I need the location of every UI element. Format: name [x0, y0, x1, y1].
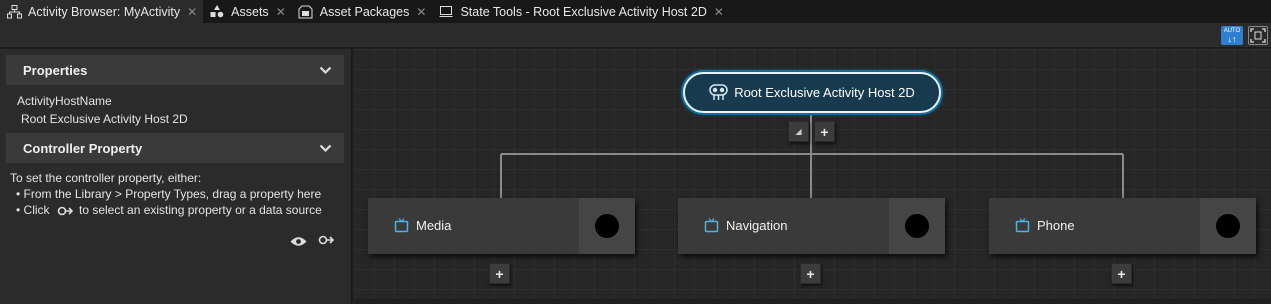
fit-to-view-button[interactable]: [1248, 26, 1268, 45]
activity-icon: [704, 218, 719, 238]
controller-bullet-drag: • From the Library > Property Types, dra…: [16, 187, 322, 201]
tab-activity-browser[interactable]: Activity Browser: MyActivity ✕: [0, 0, 204, 23]
properties-header[interactable]: Properties: [6, 55, 344, 85]
chevron-down-icon[interactable]: [319, 63, 332, 78]
fit-view-icon: [1250, 28, 1266, 43]
property-label: ActivityHostName: [17, 94, 112, 108]
inactive-dot: [1216, 214, 1240, 238]
auto-layout-button[interactable]: AUTO ↓↑: [1221, 26, 1243, 45]
controller-property-header[interactable]: Controller Property: [6, 133, 344, 163]
root-exclusive-activity-host-node[interactable]: Root Exclusive Activity Host 2D: [683, 72, 941, 113]
chevron-down-icon[interactable]: [319, 141, 332, 156]
activity-node-media[interactable]: Media: [368, 198, 635, 254]
section-title: Controller Property: [23, 140, 143, 156]
node-state-indicator[interactable]: [1200, 198, 1256, 254]
graph-toolbar: AUTO ↓↑: [0, 23, 1271, 48]
property-value[interactable]: Root Exclusive Activity Host 2D: [21, 112, 188, 126]
node-state-indicator[interactable]: [889, 198, 945, 254]
tab-bar: Activity Browser: MyActivity ✕ Assets ✕ …: [0, 0, 1271, 23]
exclusive-activity-host-icon: [709, 84, 728, 101]
tab-state-tools[interactable]: State Tools - Root Exclusive Activity Ho…: [432, 0, 729, 23]
inactive-dot: [595, 214, 619, 238]
node-label: Phone: [1037, 218, 1075, 233]
add-child-button[interactable]: +: [1111, 263, 1132, 284]
tab-assets[interactable]: Assets ✕: [203, 0, 292, 23]
close-icon[interactable]: ✕: [416, 5, 426, 19]
node-state-indicator[interactable]: [579, 198, 635, 254]
close-icon[interactable]: ✕: [187, 5, 197, 19]
controller-bullet-click-post: to select an existing property or a data…: [79, 203, 322, 217]
activity-browser-icon: [6, 4, 22, 19]
section-title: Properties: [23, 62, 88, 78]
node-label: Root Exclusive Activity Host 2D: [734, 85, 915, 100]
add-child-button[interactable]: +: [489, 263, 510, 284]
select-property-icon[interactable]: [318, 233, 335, 251]
node-label: Media: [416, 218, 452, 233]
collapse-button[interactable]: ◢: [788, 121, 809, 142]
eye-icon[interactable]: [290, 234, 307, 252]
activity-icon: [1015, 218, 1030, 238]
activity-node-navigation[interactable]: Navigation: [678, 198, 945, 254]
asset-packages-icon: [298, 5, 314, 19]
close-icon[interactable]: ✕: [276, 5, 286, 19]
assets-icon: [209, 5, 225, 19]
add-child-button[interactable]: +: [800, 263, 821, 284]
close-icon[interactable]: ✕: [714, 5, 724, 19]
activity-node-phone[interactable]: Phone: [989, 198, 1256, 254]
controller-bullet-click-pre: • Click: [16, 203, 50, 217]
add-child-button[interactable]: +: [814, 121, 835, 142]
tab-label: Assets: [231, 4, 269, 19]
activity-icon: [394, 218, 409, 238]
inactive-dot: [905, 214, 929, 238]
tab-label: State Tools - Root Exclusive Activity Ho…: [460, 4, 707, 19]
tab-asset-packages[interactable]: Asset Packages ✕: [292, 0, 433, 23]
node-label: Navigation: [726, 218, 788, 233]
tab-label: Activity Browser: MyActivity: [28, 4, 181, 19]
sort-arrows-icon: ↓↑: [1227, 34, 1237, 44]
select-property-icon: [57, 204, 74, 222]
state-tools-icon: [438, 5, 454, 19]
tab-label: Asset Packages: [319, 4, 410, 19]
controller-intro: To set the controller property, either:: [10, 171, 202, 185]
